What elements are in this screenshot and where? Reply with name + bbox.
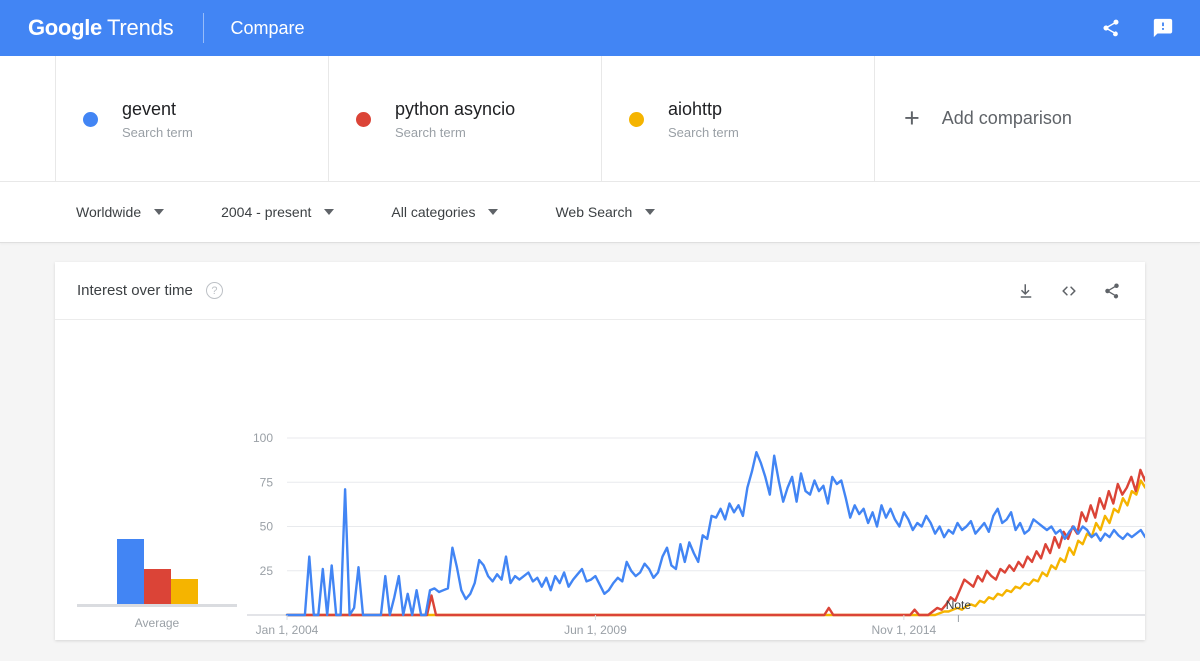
series-color-dot <box>629 112 644 127</box>
y-axis-tick-label: 25 <box>260 564 274 578</box>
location-filter-label: Worldwide <box>76 204 142 220</box>
y-axis-tick-label: 100 <box>253 431 273 445</box>
google-trends-logo[interactable]: Google Trends <box>28 15 174 41</box>
x-axis-tick-label: Jan 1, 2004 <box>256 623 319 637</box>
comparison-card-3[interactable]: aiohttp Search term <box>601 56 875 181</box>
download-icon[interactable] <box>1015 280 1037 302</box>
series-line[interactable] <box>285 450 1145 617</box>
search-term-label: python asyncio <box>395 98 516 119</box>
trends-line-chart[interactable]: 25 50 75 100 Jan 1, 2004 Jun 1, 2009 Nov 1, 20… <box>55 320 1145 639</box>
card-header: Interest over time ? <box>55 262 1145 320</box>
header-actions <box>1098 15 1176 41</box>
share-icon[interactable] <box>1101 280 1123 302</box>
feedback-icon[interactable] <box>1150 15 1176 41</box>
card-toolbar <box>1015 280 1123 302</box>
app-header: Google Trends Compare <box>0 0 1200 56</box>
y-axis-tick-label: 75 <box>260 475 274 489</box>
chevron-down-icon <box>488 209 499 215</box>
page-title: Interest over time <box>77 282 193 299</box>
time-range-filter[interactable]: 2004 - present <box>221 204 335 220</box>
embed-code-icon[interactable] <box>1058 280 1080 302</box>
interest-over-time-card: Interest over time ? Average 25 50 75 10… <box>55 262 1145 640</box>
chevron-down-icon <box>154 209 165 215</box>
chevron-down-icon <box>324 209 335 215</box>
comparison-cards: gevent Search term python asyncio Search… <box>0 56 1200 182</box>
chart-area: Average 25 50 75 100 Jan 1, 2004 Jun 1, 2009 N… <box>55 320 1145 639</box>
filter-bar: Worldwide 2004 - present All categories … <box>0 182 1200 243</box>
x-axis-tick-label: Jun 1, 2009 <box>564 623 627 637</box>
series-color-dot <box>356 112 371 127</box>
share-icon[interactable] <box>1098 15 1124 41</box>
header-divider <box>203 13 205 43</box>
add-comparison-button[interactable]: + Add comparison <box>874 56 1180 181</box>
y-axis-tick-label: 50 <box>260 520 274 534</box>
compare-title: Compare <box>230 17 305 38</box>
help-icon[interactable]: ? <box>205 282 223 299</box>
category-filter-label: All categories <box>391 204 476 220</box>
x-axis-tick-label: Nov 1, 2014 <box>872 623 937 637</box>
logo-trends: Trends <box>106 15 174 40</box>
logo-google: Google <box>28 15 102 40</box>
chart-note-label[interactable]: Note <box>946 598 972 612</box>
add-comparison-label: Add comparison <box>941 108 1072 128</box>
search-type-filter[interactable]: Web Search <box>555 204 656 220</box>
plus-icon: + <box>904 103 920 133</box>
time-range-filter-label: 2004 - present <box>221 204 312 220</box>
search-term-type: Search term <box>668 124 739 140</box>
search-term-type: Search term <box>395 124 466 140</box>
search-term-label: gevent <box>122 98 177 119</box>
search-type-filter-label: Web Search <box>555 204 633 220</box>
chevron-down-icon <box>645 209 656 215</box>
comparison-card-2[interactable]: python asyncio Search term <box>328 56 602 181</box>
series-color-dot <box>83 112 98 127</box>
search-term-label: aiohttp <box>668 98 723 119</box>
comparison-card-1[interactable]: gevent Search term <box>55 56 329 181</box>
search-term-type: Search term <box>122 124 193 140</box>
location-filter[interactable]: Worldwide <box>76 204 165 220</box>
category-filter[interactable]: All categories <box>391 204 499 220</box>
